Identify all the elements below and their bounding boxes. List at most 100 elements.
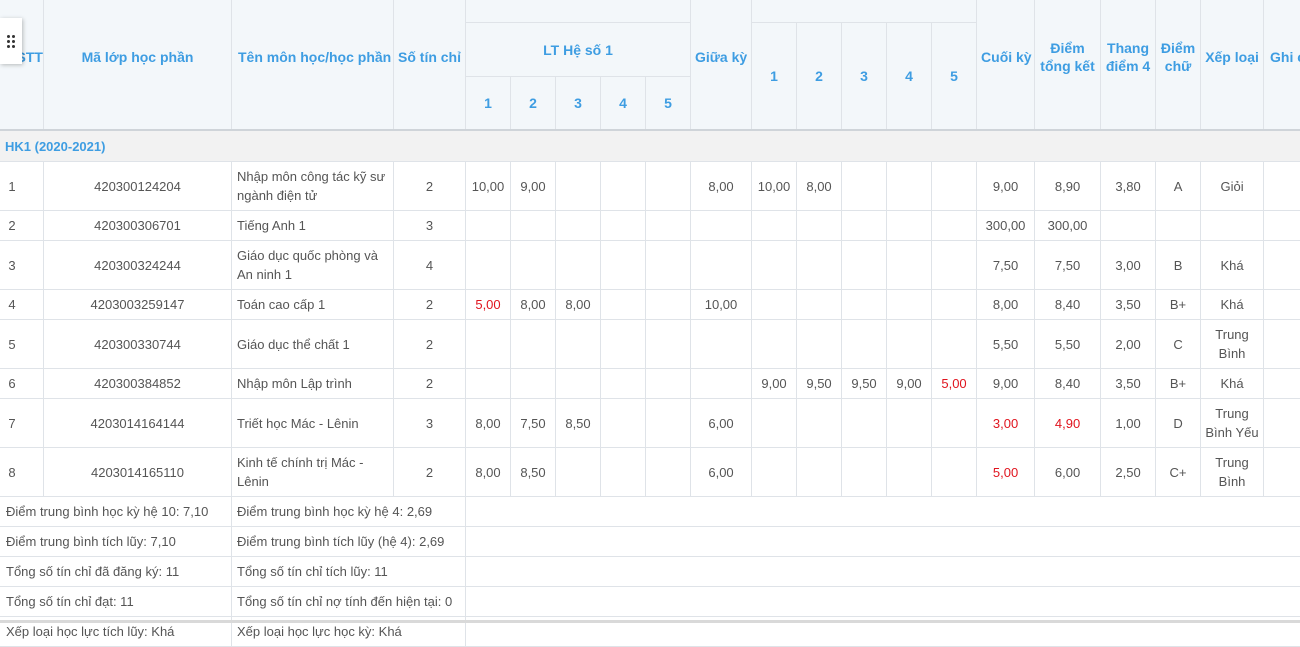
header-ghi-chu: Ghi chú [1264, 0, 1300, 130]
summary-blank [466, 587, 1300, 617]
row-diem-tong-ket: 8,90 [1035, 162, 1101, 211]
row-lt-4 [601, 211, 646, 241]
header-lt-group-top [466, 0, 691, 23]
row-giua-ky: 6,00 [691, 399, 752, 448]
row-giua-ky [691, 369, 752, 399]
row-lt-1 [466, 241, 511, 290]
row-giua-ky: 8,00 [691, 162, 752, 211]
side-menu-button[interactable] [0, 18, 22, 64]
row-th-3 [842, 320, 887, 369]
table-row: 3420300324244Giáo dục quốc phòng và An n… [0, 241, 1300, 290]
row-lt-1: 10,00 [466, 162, 511, 211]
row-th-1 [752, 399, 797, 448]
row-th-5 [932, 241, 977, 290]
row-giua-ky [691, 211, 752, 241]
row-stt: 7 [0, 399, 44, 448]
row-xep-loai: Khá [1201, 369, 1264, 399]
summary-row: Điểm trung bình tích lũy: 7,10Điểm trung… [0, 527, 1300, 557]
row-lt-5 [646, 211, 691, 241]
header-thang-diem-4: Thang điểm 4 [1101, 0, 1156, 130]
row-xep-loai: Giỏi [1201, 162, 1264, 211]
row-th-3 [842, 448, 887, 497]
row-diem-chu: A [1156, 162, 1201, 211]
row-xep-loai: Trung Bình [1201, 320, 1264, 369]
row-lt-2 [511, 369, 556, 399]
row-th-2 [797, 448, 842, 497]
row-lt-2 [511, 241, 556, 290]
row-th-3: 9,50 [842, 369, 887, 399]
row-th-5 [932, 290, 977, 320]
row-lt-3 [556, 448, 601, 497]
row-so-tin-chi: 2 [394, 320, 466, 369]
row-th-3 [842, 399, 887, 448]
row-ghi-chu [1264, 290, 1300, 320]
row-stt: 8 [0, 448, 44, 497]
row-lt-5 [646, 399, 691, 448]
header-lt-3: 3 [556, 77, 601, 131]
row-lt-1: 5,00 [466, 290, 511, 320]
row-th-3 [842, 241, 887, 290]
header-th-2: 2 [797, 23, 842, 131]
row-thang-diem-4 [1101, 211, 1156, 241]
row-th-4 [887, 162, 932, 211]
row-th-2 [797, 399, 842, 448]
row-th-2: 9,50 [797, 369, 842, 399]
summary-blank [466, 557, 1300, 587]
row-ma-lop: 420300124204 [44, 162, 232, 211]
header-ten-mon: Tên môn học/học phần [232, 0, 394, 130]
row-th-2 [797, 290, 842, 320]
header-cuoi-ky: Cuối kỳ [977, 0, 1035, 130]
row-diem-tong-ket: 5,50 [1035, 320, 1101, 369]
row-th-1 [752, 290, 797, 320]
row-lt-3 [556, 369, 601, 399]
row-so-tin-chi: 2 [394, 448, 466, 497]
row-lt-4 [601, 320, 646, 369]
header-diem-tong-ket: Điểm tổng kết [1035, 0, 1101, 130]
header-lt-5: 5 [646, 77, 691, 131]
summary-right: Điểm trung bình tích lũy (hệ 4): 2,69 [232, 527, 466, 557]
row-xep-loai: Trung Bình Yếu [1201, 399, 1264, 448]
table-row: 2420300306701Tiếng Anh 13300,00300,00 [0, 211, 1300, 241]
table-row: 44203003259147Toán cao cấp 125,008,008,0… [0, 290, 1300, 320]
row-diem-chu: D [1156, 399, 1201, 448]
summary-right: Tổng số tín chỉ nợ tính đến hiện tại: 0 [232, 587, 466, 617]
row-so-tin-chi: 2 [394, 162, 466, 211]
row-th-4 [887, 448, 932, 497]
row-diem-tong-ket: 4,90 [1035, 399, 1101, 448]
row-stt: 5 [0, 320, 44, 369]
row-giua-ky [691, 320, 752, 369]
row-diem-tong-ket: 6,00 [1035, 448, 1101, 497]
row-thang-diem-4: 2,50 [1101, 448, 1156, 497]
row-ghi-chu [1264, 241, 1300, 290]
summary-row: Điểm trung bình học kỳ hệ 10: 7,10Điểm t… [0, 497, 1300, 527]
row-thang-diem-4: 3,00 [1101, 241, 1156, 290]
row-lt-4 [601, 399, 646, 448]
row-lt-3: 8,50 [556, 399, 601, 448]
header-lt-4: 4 [601, 77, 646, 131]
row-diem-tong-ket: 8,40 [1035, 369, 1101, 399]
row-lt-2: 8,00 [511, 290, 556, 320]
row-lt-2: 9,00 [511, 162, 556, 211]
row-cuoi-ky: 8,00 [977, 290, 1035, 320]
row-so-tin-chi: 3 [394, 211, 466, 241]
row-cuoi-ky: 3,00 [977, 399, 1035, 448]
row-ten-mon: Kinh tế chính trị Mác - Lênin [232, 448, 394, 497]
header-ma-lop: Mã lớp học phần [44, 0, 232, 130]
row-th-1 [752, 320, 797, 369]
row-th-3 [842, 211, 887, 241]
row-so-tin-chi: 2 [394, 369, 466, 399]
row-ten-mon: Nhập môn Lập trình [232, 369, 394, 399]
header-so-tin-chi: Số tín chỉ [394, 0, 466, 130]
grip-dots-icon [7, 35, 15, 48]
row-lt-1: 8,00 [466, 399, 511, 448]
row-stt: 4 [0, 290, 44, 320]
row-cuoi-ky: 5,50 [977, 320, 1035, 369]
row-xep-loai: Trung Bình [1201, 448, 1264, 497]
row-xep-loai: Khá [1201, 290, 1264, 320]
header-diem-chu: Điểm chữ [1156, 0, 1201, 130]
row-ten-mon: Giáo dục thể chất 1 [232, 320, 394, 369]
row-ten-mon: Nhập môn công tác kỹ sư ngành điện tử [232, 162, 394, 211]
row-th-4 [887, 241, 932, 290]
row-cuoi-ky: 300,00 [977, 211, 1035, 241]
row-th-5 [932, 162, 977, 211]
